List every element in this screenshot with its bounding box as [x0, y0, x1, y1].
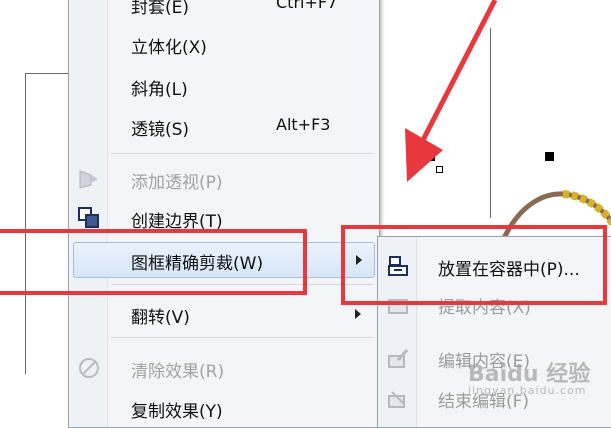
- page-border: [25, 73, 36, 374]
- menu-item-copy-effect[interactable]: 复制效果(Y): [69, 391, 379, 425]
- menu-item-flip[interactable]: 翻转(V): [69, 297, 379, 331]
- finish-edit-icon: [388, 391, 405, 408]
- menu-item-extrude[interactable]: 立体化(X): [69, 27, 379, 61]
- menu-item-lens[interactable]: 透镜(S) Alt+F3: [69, 109, 379, 143]
- clear-effect-icon: [79, 358, 99, 378]
- annotation-arrow: [405, 0, 498, 182]
- menu-item-label: 添加透视(P): [131, 173, 223, 193]
- perspective-icon: [79, 170, 98, 189]
- menu-item-bevel[interactable]: 斜角(L): [69, 69, 379, 103]
- baidu-watermark: Baidu 经验 jingyan.baidu.com: [468, 356, 590, 397]
- menu-item-add-perspective[interactable]: 添加透视(P): [69, 162, 379, 196]
- menu-item-label: 立体化(X): [131, 38, 207, 58]
- menu-item-shortcut: Ctrl+F7: [276, 0, 338, 12]
- menu-separator: [111, 337, 373, 338]
- menu-item-shortcut: Alt+F3: [276, 115, 331, 134]
- effects-context-menu: 封套(E) Ctrl+F7 立体化(X) 斜角(L) 透镜(S) Alt+F3 …: [68, 0, 380, 428]
- boundary-icon: [78, 207, 99, 228]
- watermark-url: jingyan.baidu.com: [468, 384, 587, 397]
- menu-item-clear-effect[interactable]: 清除效果(R): [69, 351, 379, 385]
- menu-item-label: 清除效果(R): [131, 362, 225, 382]
- menu-item-label: 翻转(V): [131, 308, 190, 328]
- menu-item-envelope[interactable]: 封套(E) Ctrl+F7: [69, 0, 379, 21]
- menu-separator: [111, 153, 373, 154]
- menu-item-label: 斜角(L): [131, 80, 188, 100]
- menu-item-label: 封套(E): [131, 0, 190, 18]
- submenu-arrow-icon: [355, 309, 361, 319]
- menu-item-label: 透镜(S): [131, 120, 190, 140]
- menu-item-label: 复制效果(Y): [131, 402, 223, 422]
- selection-handle[interactable]: [545, 152, 554, 161]
- annotation-highlight-box: [341, 225, 607, 305]
- annotation-highlight-box: [0, 229, 307, 295]
- page-border-top: [35, 73, 69, 74]
- edit-content-icon: [388, 348, 409, 368]
